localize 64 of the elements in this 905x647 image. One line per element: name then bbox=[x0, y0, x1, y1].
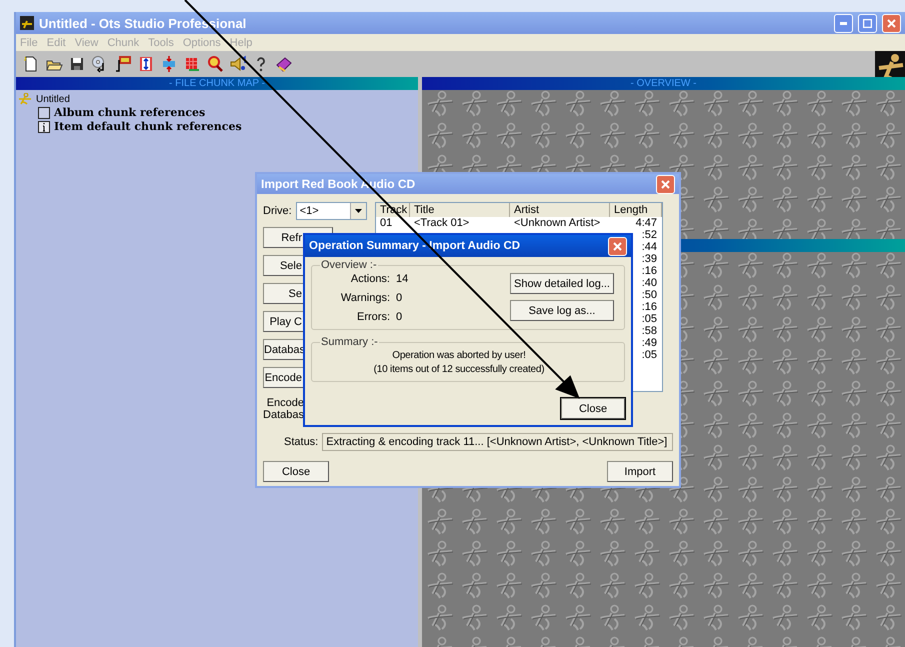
stat-value: 0 bbox=[396, 311, 404, 323]
book-icon[interactable] bbox=[275, 55, 293, 73]
save-icon[interactable] bbox=[68, 55, 86, 73]
speaker-icon[interactable] bbox=[229, 55, 247, 73]
encoder-label: Encode bbox=[266, 397, 304, 409]
grid-icon[interactable] bbox=[183, 55, 201, 73]
status-field: Extracting & encoding track 11... [<Unknown Artist>, <Unknown Title>] bbox=[322, 433, 673, 451]
import-button[interactable]: Import bbox=[607, 461, 673, 482]
tree-item[interactable]: Album chunk references bbox=[54, 106, 206, 119]
caret-icon bbox=[355, 209, 362, 213]
stat-label: Warnings: bbox=[340, 292, 390, 304]
table-cell: 01 bbox=[380, 217, 392, 229]
tree-item[interactable]: Item default chunk references bbox=[54, 120, 242, 133]
status-label: Status: bbox=[284, 436, 318, 448]
summary-text: (10 items out of 12 successfully created) bbox=[374, 364, 544, 375]
table-cell: :16 bbox=[642, 301, 657, 313]
table-cell: :44 bbox=[642, 241, 657, 253]
drive-dropdown[interactable]: <1> bbox=[296, 202, 367, 220]
close-button[interactable]: Close bbox=[561, 398, 625, 419]
minimize-icon bbox=[840, 22, 847, 24]
log-button[interactable]: Save log as... bbox=[510, 300, 614, 321]
table-cell: :58 bbox=[642, 325, 657, 337]
table-cell: :40 bbox=[642, 277, 657, 289]
table-cell: :50 bbox=[642, 289, 657, 301]
collapse-icon[interactable] bbox=[160, 55, 178, 73]
minimize-button[interactable] bbox=[834, 14, 853, 32]
drive-label: Drive: bbox=[263, 205, 292, 217]
table-cell: :16 bbox=[642, 265, 657, 277]
maximize-icon bbox=[863, 18, 872, 28]
figure-icon bbox=[18, 93, 32, 105]
close-button[interactable]: Close bbox=[263, 461, 329, 482]
expand-icon[interactable] bbox=[137, 55, 155, 73]
table-cell: :05 bbox=[642, 313, 657, 325]
summary-text: Operation was aborted by user! bbox=[392, 350, 526, 361]
info-box-icon bbox=[38, 120, 50, 132]
stat-label: Errors: bbox=[356, 311, 390, 323]
stat-value: 0 bbox=[396, 292, 404, 304]
close-button[interactable] bbox=[608, 236, 627, 256]
empty-box-icon bbox=[38, 106, 50, 118]
close-button[interactable] bbox=[656, 174, 675, 194]
close-button[interactable] bbox=[882, 14, 901, 32]
magnifier-icon[interactable] bbox=[206, 55, 224, 73]
column-header[interactable]: Length bbox=[610, 203, 662, 217]
table-cell: :52 bbox=[642, 229, 657, 241]
table-cell: :49 bbox=[642, 337, 657, 349]
stat-value: 14 bbox=[396, 273, 410, 285]
table-cell: 4:47 bbox=[636, 217, 657, 229]
maximize-button[interactable] bbox=[858, 14, 877, 32]
log-button[interactable]: Show detailed log... bbox=[510, 273, 614, 294]
close-icon bbox=[887, 18, 896, 28]
app-icon bbox=[20, 16, 34, 30]
stat-label: Actions: bbox=[350, 273, 390, 285]
tree-item[interactable]: Untitled bbox=[36, 94, 70, 104]
panel-header: - OVERVIEW - bbox=[422, 77, 905, 90]
table-cell: <Unknown Artist> bbox=[514, 217, 600, 229]
table-cell: :05 bbox=[642, 349, 657, 361]
close-icon bbox=[661, 180, 670, 188]
table-cell: <Track 01> bbox=[414, 217, 470, 229]
column-header[interactable]: Title bbox=[410, 203, 510, 217]
close-icon bbox=[613, 242, 622, 250]
encoder-label: Databas bbox=[263, 409, 304, 421]
column-header[interactable]: Artist bbox=[510, 203, 610, 217]
panel-header: - FILE CHUNK MAP - bbox=[16, 77, 418, 90]
table-cell: :39 bbox=[642, 253, 657, 265]
